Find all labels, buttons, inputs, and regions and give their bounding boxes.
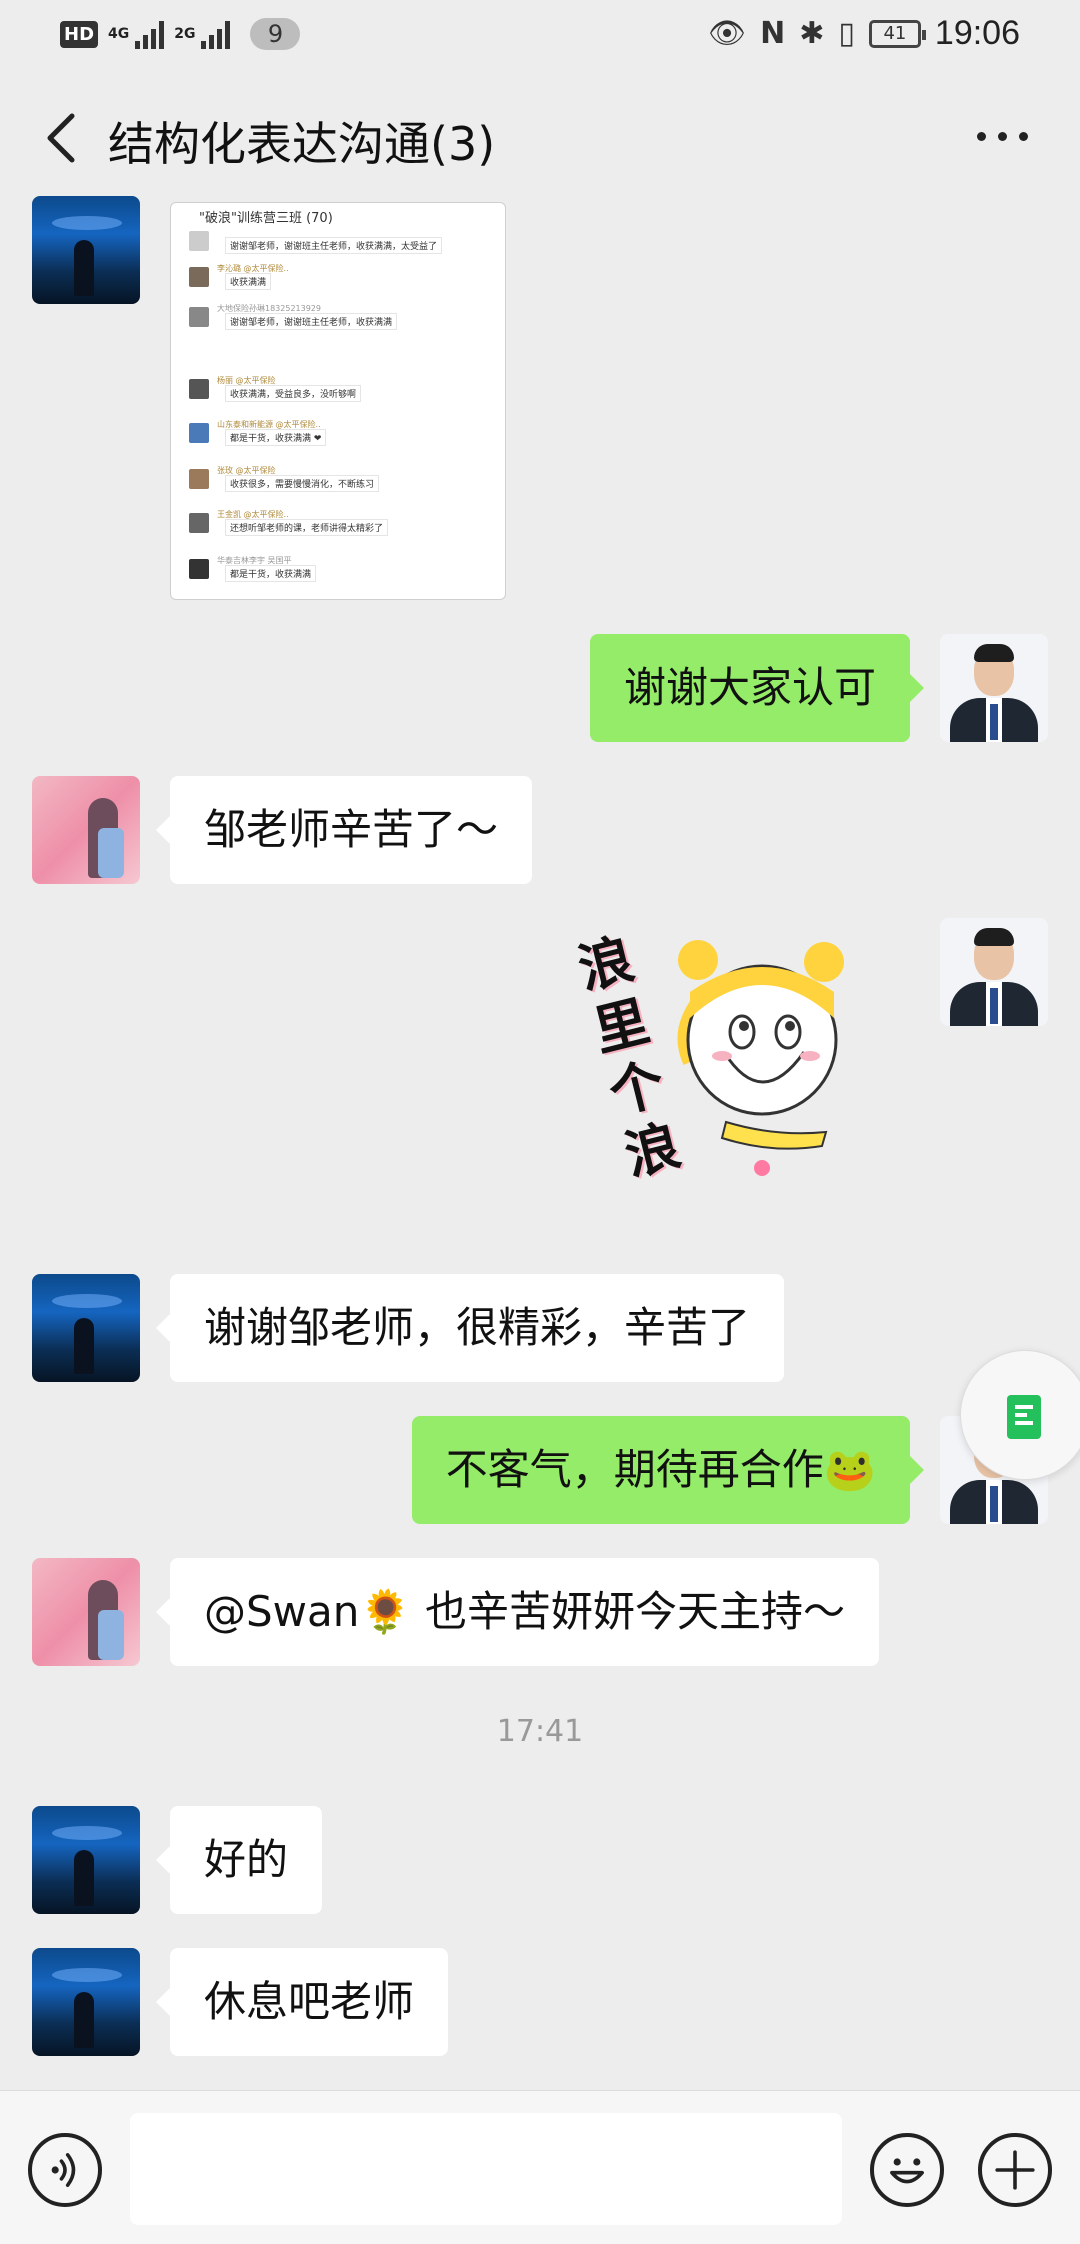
sticker-message[interactable]: 浪里个浪 (572, 922, 866, 1222)
avatar[interactable] (32, 196, 140, 304)
shared-image-row: 张玫 @太平保险 收获很多，需要慢慢消化，不断练习 (189, 465, 489, 495)
chat-header: 结构化表达沟通(3) (0, 72, 1080, 202)
emoji-icon[interactable] (870, 2133, 944, 2207)
avatar[interactable] (32, 1558, 140, 1666)
voice-icon[interactable] (28, 2133, 102, 2207)
shared-image-row: 谢谢邹老师，谢谢班主任老师，收获满满，太受益了 (189, 227, 489, 257)
network-type-label: 4G (108, 26, 130, 42)
eye-icon: 👁 (708, 16, 747, 51)
avatar-self[interactable] (940, 918, 1048, 1026)
avatar[interactable] (32, 1274, 140, 1382)
shared-image-row: 李沁璐 @太平保险.. 收获满满 (189, 263, 489, 293)
avatar-self[interactable] (940, 634, 1048, 742)
message-input[interactable] (130, 2113, 842, 2225)
shared-image-row: 大地保险孙琳18325213929 谢谢邹老师，谢谢班主任老师，收获满满 (189, 303, 489, 333)
shared-image-message[interactable]: "破浪"训练营三班 (70) 谢谢邹老师，谢谢班主任老师，收获满满，太受益了 李… (170, 202, 506, 600)
vibrate-icon: ▯ (838, 16, 855, 51)
shared-image-row: 山东泰和新能源 @太平保险.. 都是干货，收获满满 ❤ (189, 419, 489, 449)
shared-image-row: 华泰吉林李宇 吴国平 都是干货，收获满满 (189, 555, 489, 585)
nfc-icon: N (760, 16, 786, 51)
shared-image-title: "破浪"训练营三班 (70) (199, 211, 333, 226)
more-dots-icon[interactable] (977, 132, 1028, 141)
plus-icon[interactable] (978, 2133, 1052, 2207)
status-bar: HD 4G 2G 9 👁 N ✱ ▯ 41 19:06 (0, 0, 1080, 72)
avatar[interactable] (32, 1806, 140, 1914)
shared-image-row: 王金凯 @太平保险.. 还想听邹老师的课，老师讲得太精彩了 (189, 509, 489, 539)
chat-input-bar (0, 2090, 1080, 2244)
status-time: 19:06 (934, 14, 1020, 52)
message-bubble-sent[interactable]: 不客气，期待再合作🐸 (411, 1416, 925, 1524)
message-bubble-received[interactable]: @Swan🌻 也辛苦妍妍今天主持～ (155, 1558, 880, 1666)
notification-count-badge: 9 (250, 18, 301, 50)
chevron-left-icon[interactable] (40, 112, 84, 164)
message-bubble-received[interactable]: 谢谢邹老师，很精彩，辛苦了 (155, 1274, 785, 1382)
floating-document-button[interactable] (960, 1350, 1080, 1480)
bluetooth-icon: ✱ (799, 16, 825, 51)
signal-icon (135, 19, 165, 49)
shared-image-row: 杨丽 @太平保险 收获满满，受益良多，没听够啊 (189, 375, 489, 405)
avatar[interactable] (32, 776, 140, 884)
signal-icon-2 (201, 19, 231, 49)
hd-icon: HD (60, 20, 99, 48)
message-bubble-received[interactable]: 好的 (155, 1806, 323, 1914)
document-icon (1007, 1395, 1041, 1439)
message-timestamp: 17:41 (496, 1714, 584, 1749)
message-bubble-received[interactable]: 邹老师辛苦了～ (155, 776, 533, 884)
message-bubble-received[interactable]: 休息吧老师 (155, 1948, 449, 2056)
chat-title: 结构化表达沟通(3) (108, 117, 496, 171)
battery-icon: 41 (868, 19, 926, 48)
message-bubble-sent[interactable]: 谢谢大家认可 (589, 634, 925, 742)
avatar[interactable] (32, 1948, 140, 2056)
network-type-label-2: 2G (174, 26, 196, 42)
